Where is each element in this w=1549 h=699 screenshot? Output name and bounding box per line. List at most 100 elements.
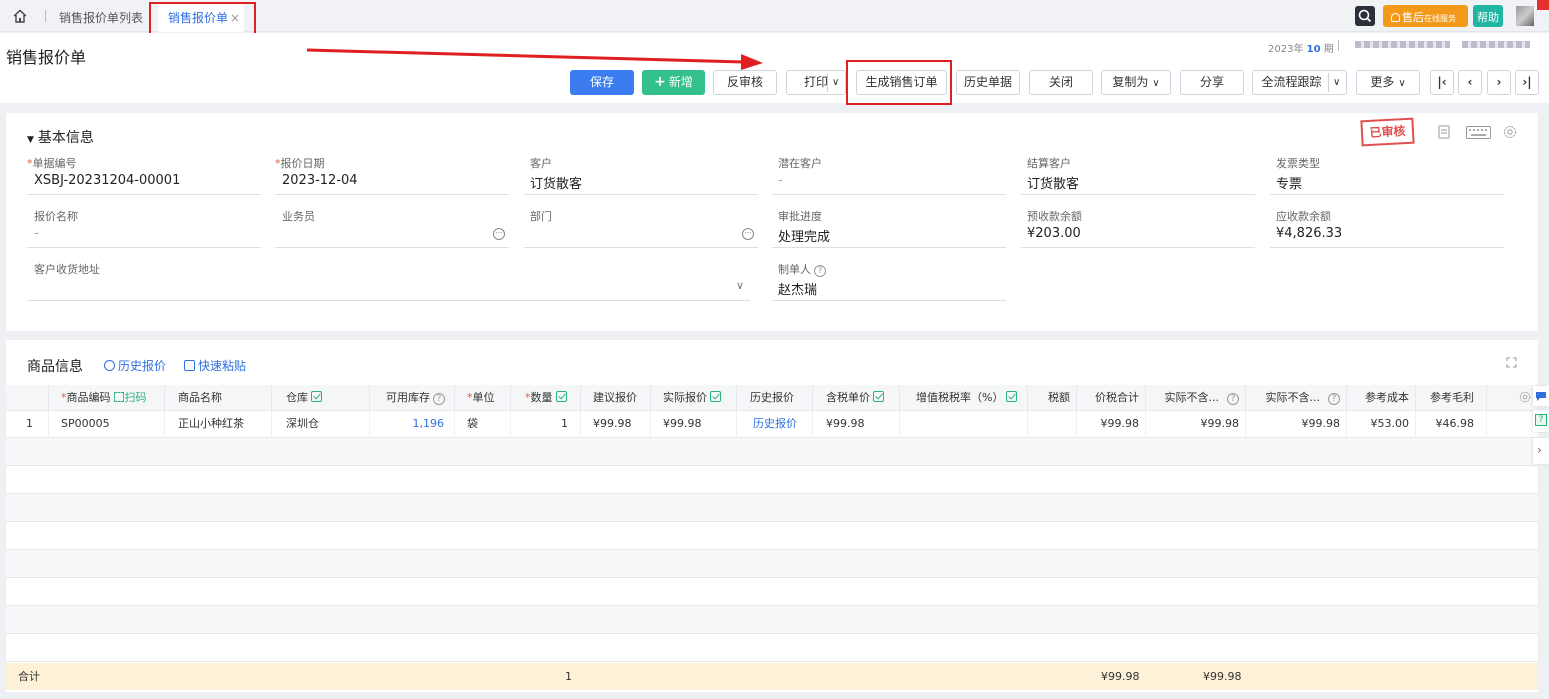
home-icon[interactable]: [12, 8, 28, 24]
total-label: 合计: [18, 670, 40, 683]
column-settings-gear-icon[interactable]: [1519, 391, 1531, 403]
field-doc-no[interactable]: *单据编号 XSBJ-20231204-00001: [27, 155, 261, 195]
batch-edit-check-icon[interactable]: [1006, 391, 1018, 402]
close-button[interactable]: 关闭: [1029, 70, 1093, 95]
field-delivery-address[interactable]: 客户收货地址 ∨: [27, 261, 750, 301]
table-row-empty[interactable]: [6, 494, 1538, 521]
quick-paste-link-label: 快速粘贴: [198, 359, 247, 373]
help-button[interactable]: 帮助: [1473, 5, 1503, 27]
help-question-icon[interactable]: ?: [1328, 393, 1340, 405]
side-expand-tab[interactable]: ›: [1533, 438, 1549, 464]
more-button[interactable]: 更多 ∨: [1356, 70, 1420, 95]
field-settle-customer[interactable]: 结算客户 订货散客: [1021, 155, 1255, 195]
aftersale-service-button[interactable]: 售后在线服务: [1383, 5, 1468, 27]
col-net2-label: 实际不含...: [1265, 391, 1321, 404]
more-dots-icon[interactable]: ···: [493, 228, 505, 240]
avatar[interactable]: [1516, 6, 1534, 26]
scan-link[interactable]: 扫码: [113, 391, 147, 404]
cell-history-price-link[interactable]: 历史报价: [737, 411, 813, 437]
field-department[interactable]: 部门 ···: [524, 208, 758, 248]
chevron-down-icon[interactable]: ∨: [1333, 71, 1340, 94]
field-receivable-balance[interactable]: 应收款余额 ¥4,826.33: [1270, 208, 1504, 248]
cell-qty[interactable]: 1: [511, 411, 581, 437]
batch-edit-check-icon[interactable]: [710, 391, 721, 402]
col-tax-price[interactable]: 含税单价: [813, 385, 900, 410]
settings-gear-icon[interactable]: [1503, 125, 1517, 139]
history-docs-button[interactable]: 历史单据: [956, 70, 1020, 95]
field-invoice-label: 发票类型: [1276, 157, 1320, 170]
col-unit-label: 单位: [472, 391, 495, 404]
basic-info-section-title[interactable]: ▼ 基本信息: [27, 127, 94, 147]
col-actual-price[interactable]: 实际报价: [651, 385, 737, 410]
tab-separator: [45, 10, 46, 22]
keyboard-icon[interactable]: [1466, 126, 1491, 139]
copy-as-button[interactable]: 复制为 ∨: [1101, 70, 1171, 95]
goods-section-title: 商品信息: [27, 359, 83, 375]
more-dots-icon[interactable]: ···: [742, 228, 754, 240]
field-maker-value: 赵杰瑞: [778, 283, 818, 298]
search-icon[interactable]: [1355, 6, 1375, 26]
help-question-icon[interactable]: ?: [1227, 393, 1239, 405]
cell-unit[interactable]: 袋: [455, 411, 511, 437]
last-record-button[interactable]: ›|: [1515, 70, 1539, 95]
side-chat-tab[interactable]: [1533, 386, 1549, 406]
history-quote-link[interactable]: 历史报价: [104, 357, 166, 374]
field-quote-date-label: 报价日期: [280, 157, 325, 170]
period-year: 2023年: [1268, 44, 1304, 55]
field-approval[interactable]: 审批进度 处理完成: [772, 208, 1006, 248]
field-maker[interactable]: 制单人? 赵杰瑞: [772, 261, 1006, 301]
print-button[interactable]: 打印 ∨: [786, 70, 846, 95]
field-salesman[interactable]: 业务员 ···: [275, 208, 509, 248]
cell-product-code[interactable]: SP00005: [49, 411, 165, 437]
field-potential-customer[interactable]: 潜在客户 -: [772, 155, 1006, 195]
cell-stock[interactable]: 1,196: [370, 411, 455, 437]
side-help-tab[interactable]: ?: [1533, 410, 1549, 432]
tab-quote-list[interactable]: 销售报价单列表: [59, 9, 143, 26]
table-row-empty[interactable]: [6, 466, 1538, 493]
col-qty[interactable]: *数量: [511, 385, 581, 410]
batch-edit-check-icon[interactable]: [555, 391, 567, 402]
help-question-icon[interactable]: ?: [814, 265, 826, 277]
fullscreen-icon[interactable]: [1506, 357, 1517, 368]
cell-tax-price[interactable]: ¥99.98: [813, 411, 900, 437]
batch-edit-check-icon[interactable]: [311, 391, 322, 402]
share-button[interactable]: 分享: [1180, 70, 1244, 95]
field-quote-date[interactable]: *报价日期 2023-12-04: [275, 155, 509, 195]
full-trace-button[interactable]: 全流程跟踪 ∨: [1252, 70, 1347, 95]
col-product-code[interactable]: *商品编码 扫码: [49, 385, 165, 410]
field-customer[interactable]: 客户 订货散客: [524, 155, 758, 195]
chat-bubble-icon: [1536, 392, 1546, 401]
chevron-down-icon[interactable]: ∨: [832, 71, 839, 94]
table-row-empty[interactable]: [6, 438, 1538, 465]
table-row-empty[interactable]: [6, 578, 1538, 605]
cell-tax-rate[interactable]: [900, 411, 1028, 437]
cell-actual-price[interactable]: ¥99.98: [651, 411, 737, 437]
full-trace-label: 全流程跟踪: [1261, 75, 1322, 89]
field-invoice-type[interactable]: 发票类型 专票: [1270, 155, 1504, 195]
save-button[interactable]: 保存: [570, 70, 634, 95]
first-record-button[interactable]: |‹: [1430, 70, 1454, 95]
batch-edit-check-icon[interactable]: [873, 391, 884, 402]
unaudit-button[interactable]: 反审核: [713, 70, 777, 95]
col-warehouse-label: 仓库: [286, 391, 308, 404]
field-prepay-balance[interactable]: 预收款余额 ¥203.00: [1021, 208, 1255, 248]
table-row-empty[interactable]: [6, 550, 1538, 577]
col-tax-rate[interactable]: 增值税税率（%）: [900, 385, 1028, 410]
quick-paste-link[interactable]: 快速粘贴: [184, 357, 246, 374]
new-button[interactable]: + 新增: [642, 70, 705, 95]
col-warehouse[interactable]: 仓库: [272, 385, 370, 410]
table-row-empty[interactable]: [6, 522, 1538, 549]
document-icon[interactable]: [1437, 125, 1451, 139]
cell-product-name[interactable]: 正山小种红茶: [165, 411, 272, 437]
next-record-button[interactable]: ›: [1487, 70, 1511, 95]
field-prepay-label: 预收款余额: [1027, 210, 1082, 223]
table-row-empty[interactable]: [6, 634, 1538, 661]
new-button-label: 新增: [668, 75, 693, 89]
help-question-icon[interactable]: ?: [433, 393, 445, 405]
col-settings[interactable]: [1487, 385, 1538, 410]
cell-warehouse[interactable]: 深圳仓: [272, 411, 370, 437]
field-quote-name[interactable]: 报价名称 -: [27, 208, 261, 248]
chevron-down-icon[interactable]: ∨: [736, 279, 744, 292]
table-row-empty[interactable]: [6, 606, 1538, 633]
prev-record-button[interactable]: ‹: [1458, 70, 1482, 95]
